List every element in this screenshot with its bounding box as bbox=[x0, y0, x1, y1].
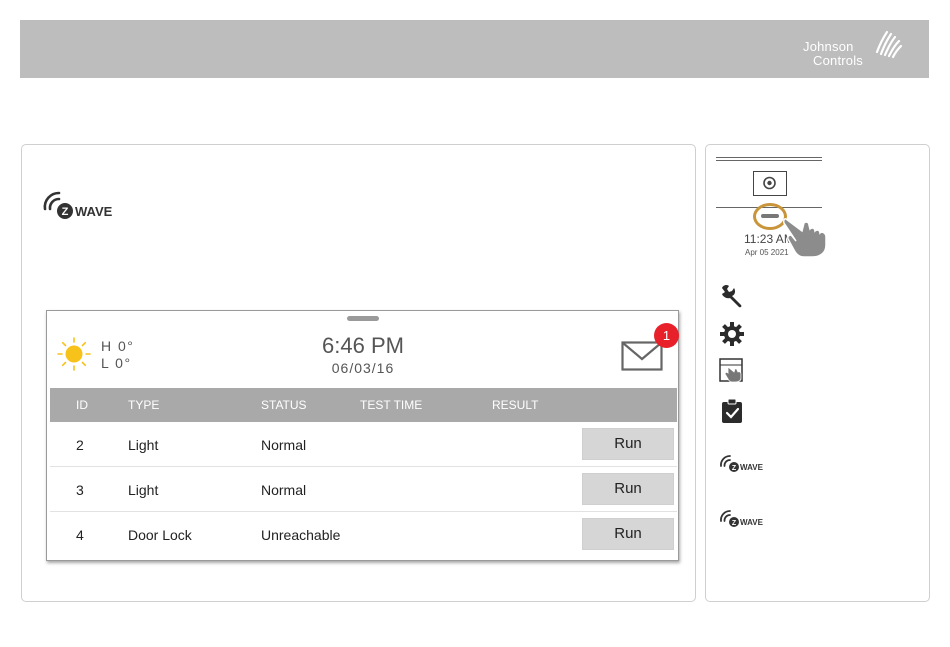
cell-status: Normal bbox=[261, 482, 307, 498]
sun-icon bbox=[57, 337, 91, 371]
mini-pull-down-handle[interactable] bbox=[761, 214, 779, 218]
zwave-test-table: ID TYPE STATUS TEST TIME RESULT 2 Light … bbox=[50, 388, 677, 557]
header-type: TYPE bbox=[128, 398, 160, 412]
run-button[interactable]: Run bbox=[582, 473, 674, 505]
brand-line-2: Controls bbox=[813, 53, 864, 68]
svg-text:Z: Z bbox=[62, 206, 69, 218]
table-row: 3 Light Normal Run bbox=[50, 467, 677, 512]
camera-button[interactable] bbox=[753, 171, 787, 196]
top-banner: Johnson Controls bbox=[20, 20, 929, 78]
cell-id: 2 bbox=[76, 437, 84, 453]
touch-screen-icon[interactable] bbox=[719, 357, 745, 383]
header-id: ID bbox=[76, 398, 88, 412]
zwave-logo-icon: Z WAVE bbox=[43, 191, 113, 219]
weather-widget[interactable]: H 0° L 0° bbox=[57, 335, 147, 375]
zwave-label: WAVE bbox=[740, 463, 764, 472]
run-button[interactable]: Run bbox=[582, 518, 674, 550]
header-status: STATUS bbox=[261, 398, 307, 412]
zwave-icon[interactable]: Z WAVE bbox=[718, 450, 774, 474]
clipboard-check-icon[interactable] bbox=[719, 398, 745, 424]
cell-status: Normal bbox=[261, 437, 307, 453]
zwave-label: WAVE bbox=[740, 518, 764, 527]
clock: 6:46 PM 06/03/16 bbox=[247, 333, 479, 377]
notification-badge: 1 bbox=[654, 323, 679, 348]
clock-date: 06/03/16 bbox=[331, 360, 395, 376]
temp-low: L 0° bbox=[101, 355, 132, 371]
wrench-icon[interactable] bbox=[719, 283, 745, 309]
cell-id: 4 bbox=[76, 527, 84, 543]
zwave-label: WAVE bbox=[75, 204, 113, 219]
temp-high: H 0° bbox=[101, 338, 135, 354]
run-button[interactable]: Run bbox=[582, 428, 674, 460]
header-result: RESULT bbox=[492, 398, 539, 412]
brand-mark-icon bbox=[875, 30, 903, 59]
svg-text:Z: Z bbox=[732, 465, 737, 472]
table-row: 2 Light Normal Run bbox=[50, 422, 677, 467]
zwave-icon[interactable]: Z WAVE bbox=[718, 505, 774, 529]
temperatures: H 0° L 0° bbox=[101, 338, 134, 372]
table-header: ID TYPE STATUS TEST TIME RESULT bbox=[50, 388, 677, 422]
main-panel: Z WAVE H 0° L 0° 6:46 PM 06/03/16 1 ID T… bbox=[21, 144, 696, 602]
page: Johnson Controls Z WAVE H 0° L 0° 6:46 P… bbox=[0, 0, 950, 647]
brand-name: Johnson Controls bbox=[803, 40, 863, 68]
cell-id: 3 bbox=[76, 482, 84, 498]
mail-icon[interactable] bbox=[621, 341, 663, 371]
camera-icon bbox=[763, 176, 776, 190]
pointing-hand-icon bbox=[783, 218, 827, 258]
header-test-time: TEST TIME bbox=[360, 398, 423, 412]
johnson-controls-logo: Johnson Controls bbox=[803, 28, 903, 72]
brand-line-1: Johnson bbox=[803, 39, 854, 54]
device-screen: H 0° L 0° 6:46 PM 06/03/16 1 ID TYPE STA… bbox=[46, 310, 679, 561]
cell-type: Light bbox=[128, 482, 159, 498]
svg-text:Z: Z bbox=[732, 520, 737, 527]
cell-type: Door Lock bbox=[128, 527, 192, 543]
mini-screen-top bbox=[716, 157, 822, 161]
table-row: 4 Door Lock Unreachable Run bbox=[50, 512, 677, 557]
pull-down-handle[interactable] bbox=[347, 316, 379, 321]
navigation-panel: 11:23 AM Apr 05 2021 Z WAVE Z WAVE bbox=[705, 144, 930, 602]
gear-icon[interactable] bbox=[719, 321, 745, 347]
clock-time: 6:46 PM bbox=[322, 333, 404, 358]
cell-status: Unreachable bbox=[261, 527, 341, 543]
cell-type: Light bbox=[128, 437, 159, 453]
